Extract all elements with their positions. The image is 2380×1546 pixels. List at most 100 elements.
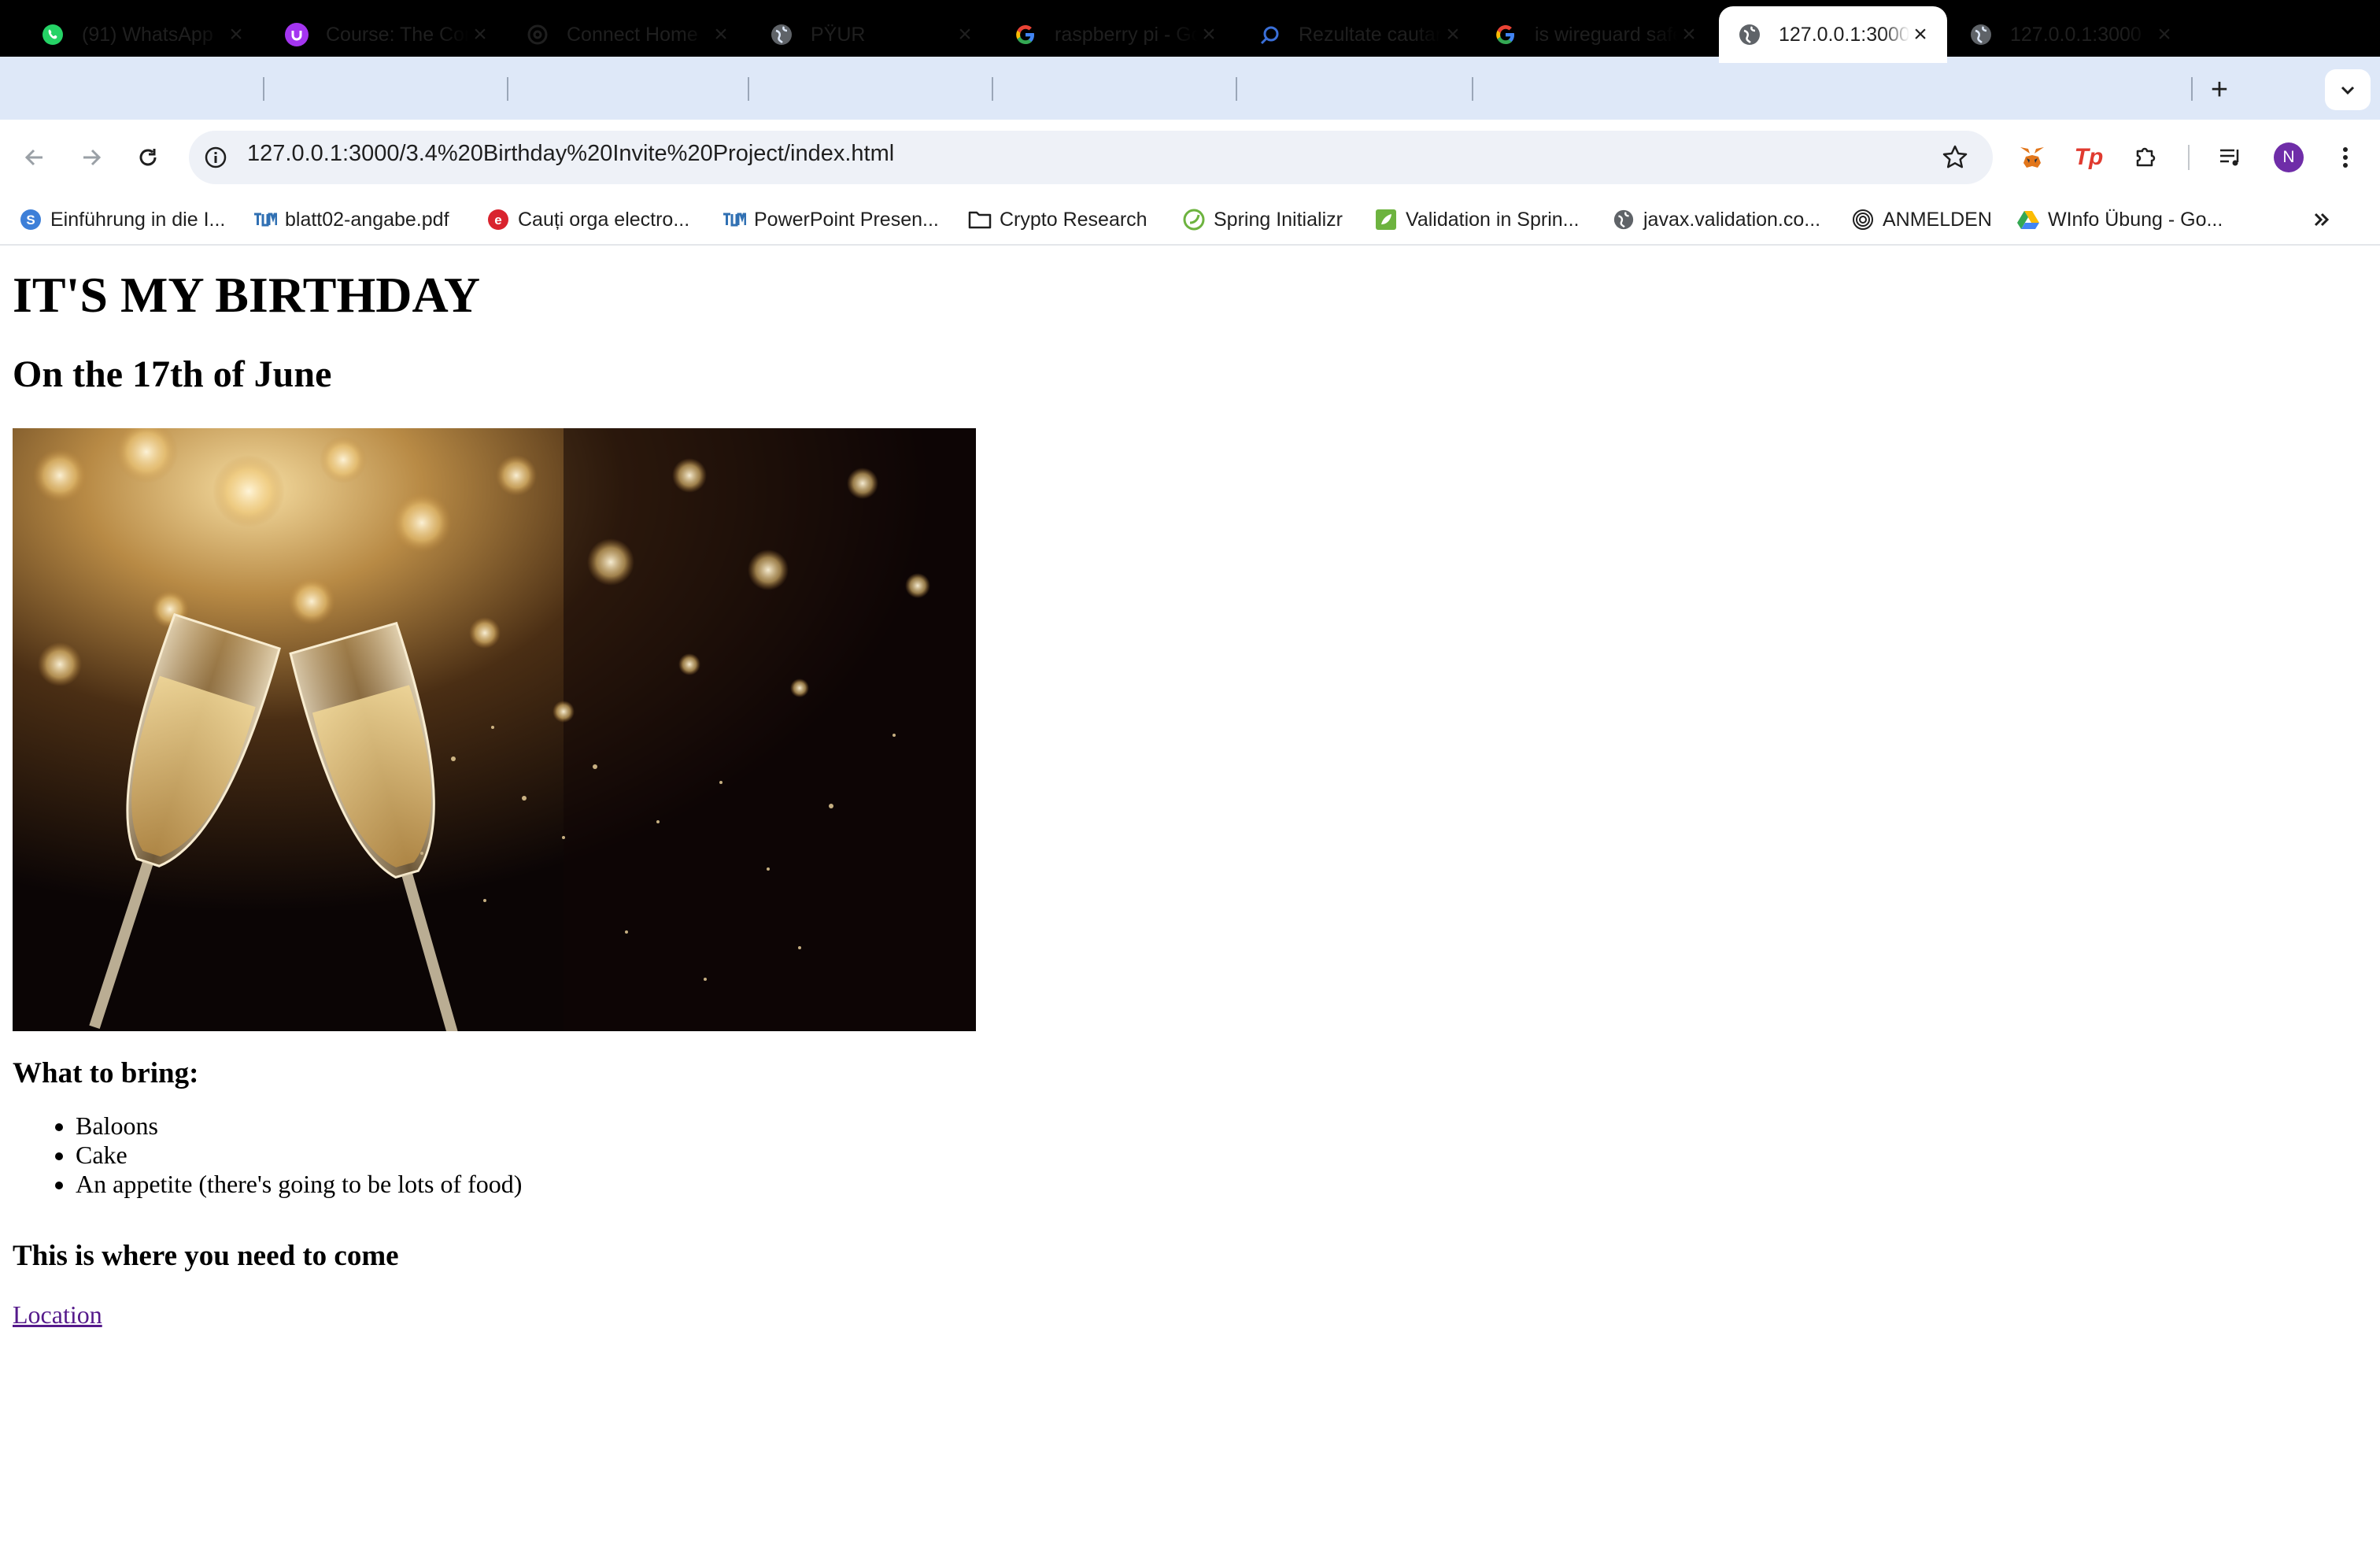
tab-title: 127.0.0.1:3000 xyxy=(2010,23,2142,46)
toolbar-separator xyxy=(2188,145,2190,170)
chevron-down-icon xyxy=(2341,86,2355,95)
bring-list: Baloons Cake An appetite (there's going … xyxy=(13,1111,522,1199)
bookmark-einfuehrung[interactable]: S Einführung in die I... xyxy=(19,207,225,232)
tab-whatsapp[interactable]: (91) WhatsApp × xyxy=(22,6,263,63)
close-icon[interactable]: × xyxy=(225,21,247,47)
bookmark-star-icon[interactable] xyxy=(1936,139,1974,176)
tab-separator xyxy=(2191,77,2193,101)
bookmark-label: Cauți orga electro... xyxy=(518,208,690,231)
tab-separator xyxy=(1472,77,1473,101)
bookmark-label: Spring Initializr xyxy=(1214,208,1343,231)
globe-icon xyxy=(1738,23,1761,46)
reload-button[interactable] xyxy=(129,139,167,176)
google-drive-icon xyxy=(2016,208,2040,231)
metamask-icon[interactable] xyxy=(2013,139,2051,176)
tab-title: Course: The Complete xyxy=(326,23,469,46)
folder-icon xyxy=(968,208,992,231)
bookmark-winfo-uebung[interactable]: WInfo Übung - Go... xyxy=(2016,207,2223,232)
bookmark-javax-validation[interactable]: javax.validation.co... xyxy=(1612,207,1820,232)
new-tab-button[interactable]: + xyxy=(2202,72,2237,107)
udemy-icon xyxy=(285,23,309,46)
url-text[interactable]: 127.0.0.1:3000/3.4%20Birthday%20Invite%2… xyxy=(247,141,894,167)
more-bookmarks-chevron-icon[interactable] xyxy=(2306,206,2338,233)
close-icon[interactable]: × xyxy=(469,21,491,47)
bookmark-spring-initializr[interactable]: Spring Initializr xyxy=(1182,207,1343,232)
tab-raspberry-pi-search[interactable]: raspberry pi - Google × xyxy=(995,6,1236,63)
back-button[interactable] xyxy=(16,139,54,176)
tab-title: Connect Home xyxy=(567,23,698,46)
spring-logo-icon xyxy=(1182,208,1206,231)
svg-text:S: S xyxy=(26,213,35,227)
tum-logo-icon xyxy=(722,208,746,231)
bookmark-blatt02[interactable]: blatt02-angabe.pdf xyxy=(253,207,449,232)
tab-separator xyxy=(263,77,264,101)
tum-logo-icon xyxy=(253,208,277,231)
s-logo-icon: S xyxy=(19,208,42,231)
champagne-photo xyxy=(13,428,976,1031)
extensions-puzzle-icon[interactable] xyxy=(2127,139,2164,176)
arrow-right-icon xyxy=(83,149,102,166)
list-item: Cake xyxy=(76,1141,522,1170)
leaf-icon xyxy=(1374,208,1398,231)
tab-title: PŸUR xyxy=(811,23,866,46)
site-info-icon[interactable] xyxy=(201,143,230,172)
tp-extension-icon[interactable]: Tp xyxy=(2070,139,2108,176)
profile-avatar[interactable]: N xyxy=(2270,139,2308,176)
whatsapp-icon xyxy=(41,23,65,46)
tab-title: is wireguard safe xyxy=(1535,23,1678,46)
globe-icon xyxy=(1612,208,1635,231)
google-icon xyxy=(1014,23,1037,46)
bookmark-label: javax.validation.co... xyxy=(1643,208,1821,231)
close-icon[interactable]: × xyxy=(1442,21,1464,47)
bookmark-anmelden[interactable]: ANMELDEN xyxy=(1851,207,1992,232)
close-icon[interactable]: × xyxy=(1678,21,1700,47)
browser-menu-icon[interactable] xyxy=(2326,139,2364,176)
tab-strip xyxy=(0,57,2380,120)
bookmark-cauti-orga[interactable]: e Cauți orga electro... xyxy=(486,207,689,232)
page-title: IT'S MY BIRTHDAY xyxy=(13,267,481,323)
red-e-logo-icon: e xyxy=(486,208,510,231)
media-control-icon[interactable] xyxy=(2212,139,2249,176)
google-icon xyxy=(1494,23,1517,46)
close-icon[interactable]: × xyxy=(710,21,732,47)
reload-icon xyxy=(139,149,157,166)
close-icon[interactable]: × xyxy=(1909,21,1931,47)
tab-title: Rezultate cautare xyxy=(1299,23,1442,46)
tab-pyur[interactable]: PŸUR × xyxy=(751,6,992,63)
tab-localhost-active[interactable]: 127.0.0.1:3000 × xyxy=(1719,6,1947,63)
tab-separator xyxy=(507,77,508,101)
tab-connect-home[interactable]: Connect Home × xyxy=(507,6,748,63)
close-icon[interactable]: × xyxy=(954,21,976,47)
fingerprint-icon xyxy=(1851,208,1875,231)
tab-rezultate-cautare[interactable]: Rezultate cautare × xyxy=(1239,6,1480,63)
bookmark-validation-in-spring[interactable]: Validation in Sprin... xyxy=(1374,207,1580,232)
tab-title: 127.0.0.1:3000 xyxy=(1779,23,1909,46)
close-icon[interactable]: × xyxy=(2153,21,2175,47)
bookmark-label: PowerPoint Presen... xyxy=(754,208,939,231)
close-icon[interactable]: × xyxy=(1198,21,1220,47)
tab-udemy-course[interactable]: Course: The Complete × xyxy=(266,6,507,63)
forward-button[interactable] xyxy=(72,139,110,176)
tab-wireguard-search[interactable]: is wireguard safe × xyxy=(1475,6,1716,63)
bookmark-powerpoint[interactable]: PowerPoint Presen... xyxy=(722,207,939,232)
bookmark-folder-crypto-research[interactable]: Crypto Research xyxy=(968,207,1148,232)
tab-separator xyxy=(992,77,993,101)
globe-icon xyxy=(1969,23,1993,46)
svg-text:e: e xyxy=(494,213,501,227)
list-item: Baloons xyxy=(76,1111,522,1141)
bookmark-label: Crypto Research xyxy=(1000,208,1148,231)
profile-initial: N xyxy=(2274,142,2304,172)
tab-search-button[interactable] xyxy=(2325,69,2371,110)
globe-icon xyxy=(770,23,793,46)
tab-separator xyxy=(1236,77,1237,101)
tab-localhost[interactable]: 127.0.0.1:3000 × xyxy=(1950,6,2191,63)
search-site-icon xyxy=(1258,23,1281,46)
location-link[interactable]: Location xyxy=(13,1300,102,1330)
tab-separator xyxy=(748,77,749,101)
list-item: An appetite (there's going to be lots of… xyxy=(76,1170,522,1199)
bookmark-label: WInfo Übung - Go... xyxy=(2048,208,2223,231)
bookmark-label: blatt02-angabe.pdf xyxy=(285,208,449,231)
openai-icon xyxy=(526,23,549,46)
bookmark-label: Validation in Sprin... xyxy=(1406,208,1580,231)
event-date-heading: On the 17th of June xyxy=(13,353,332,395)
